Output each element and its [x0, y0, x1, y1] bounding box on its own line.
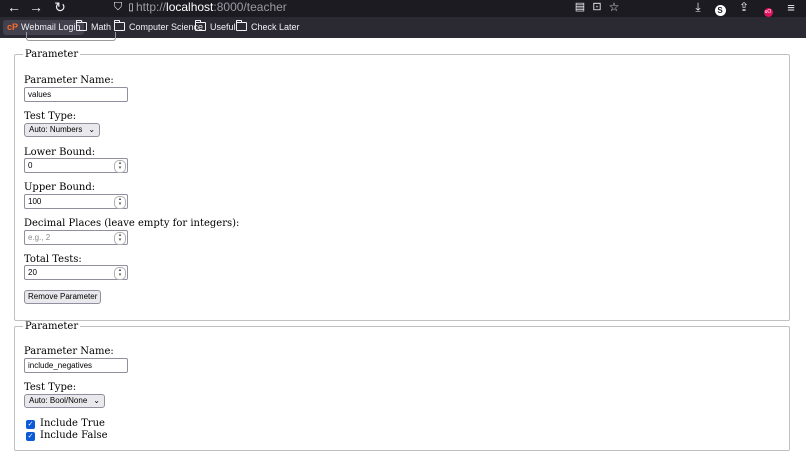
- parameter-name-input[interactable]: include_negatives: [24, 358, 128, 373]
- reload-icon[interactable]: ↻: [51, 0, 69, 17]
- bookmark-check-later[interactable]: Check Later: [232, 20, 304, 35]
- upper-bound-input[interactable]: 100 ▴ ▾: [24, 194, 128, 209]
- number-spinner-icon[interactable]: ▴ ▾: [114, 267, 126, 280]
- browser-toolbar: ← → ↻ ⛉ ▯ http://localhost:8000/teacher …: [0, 0, 806, 17]
- decimal-places-placeholder: e.g., 2: [28, 233, 51, 242]
- test-type-label: Test Type:: [24, 111, 77, 122]
- parameter-name-label: Parameter Name:: [24, 75, 114, 86]
- test-type-select[interactable]: Auto: Numbers ⌄: [24, 123, 101, 137]
- parameter-fieldset: Parameter: [14, 321, 790, 451]
- number-spinner-icon[interactable]: ▴ ▾: [114, 196, 126, 209]
- url-prefix: http://: [136, 0, 167, 14]
- include-false-checkbox[interactable]: ✓: [26, 432, 35, 441]
- bookmark-star-icon[interactable]: ☆: [605, 0, 623, 17]
- decimal-places-label: Decimal Places (leave empty for integers…: [24, 218, 240, 229]
- lower-bound-value: 0: [28, 161, 33, 170]
- chevron-down-icon: ⌄: [88, 125, 96, 134]
- cpanel-logo-icon: cP: [7, 22, 19, 32]
- total-tests-input[interactable]: 20 ▴ ▾: [24, 265, 128, 280]
- ublock-icon[interactable]: uO: [759, 4, 777, 17]
- test-type-select[interactable]: Auto: Bool/None ⌄: [24, 394, 105, 408]
- decimal-places-input[interactable]: e.g., 2 ▴ ▾: [24, 230, 128, 245]
- fieldset-legend: Parameter: [25, 49, 79, 60]
- lower-bound-input[interactable]: 0 ▴ ▾: [24, 158, 128, 173]
- parameter-fieldset: Parameter: [14, 49, 790, 321]
- extension-badge: S: [714, 5, 726, 16]
- folder-icon: [76, 20, 87, 31]
- bookmarks-bar: cP Webmail Login Math Computer Science Us…: [0, 17, 806, 38]
- test-type-label: Test Type:: [24, 382, 77, 393]
- reader-view-icon[interactable]: ▤: [571, 0, 589, 17]
- menu-icon[interactable]: ≡: [782, 0, 800, 17]
- forward-arrow-icon[interactable]: →: [27, 0, 45, 17]
- total-tests-value: 20: [28, 268, 37, 277]
- fieldset-legend: Parameter: [25, 321, 79, 332]
- save-to-pocket-icon[interactable]: ⊡: [588, 0, 606, 17]
- remove-parameter-button[interactable]: Remove Parameter: [24, 290, 102, 304]
- parameter-name-input[interactable]: values: [24, 87, 128, 102]
- chevron-down-icon: ⌄: [93, 396, 100, 405]
- include-true-checkbox[interactable]: ✓: [26, 420, 35, 429]
- folder-icon: [195, 20, 206, 31]
- upper-bound-value: 100: [28, 197, 42, 206]
- url-host: localhost: [166, 0, 214, 14]
- total-tests-label: Total Tests:: [24, 254, 82, 265]
- upper-bound-label: Upper Bound:: [24, 182, 96, 193]
- share-icon[interactable]: ⇪: [735, 0, 753, 17]
- back-arrow-icon[interactable]: ←: [5, 0, 23, 17]
- ublock-badge: uO: [763, 8, 773, 17]
- folder-icon: [236, 20, 247, 31]
- number-spinner-icon[interactable]: ▴ ▾: [114, 160, 126, 173]
- bookmark-label: Check Later: [251, 22, 300, 32]
- extension-icon[interactable]: S: [711, 3, 729, 16]
- bookmark-label: Math: [91, 22, 112, 32]
- folder-icon: [114, 20, 125, 31]
- number-spinner-icon[interactable]: ▴ ▾: [114, 232, 126, 245]
- scrolled-off-control: [26, 32, 116, 41]
- url-rest: :8000/teacher: [213, 0, 287, 14]
- url-bar[interactable]: http://localhost:8000/teacher: [136, 0, 287, 17]
- download-icon[interactable]: ⤓: [689, 0, 707, 17]
- test-type-value: Auto: Bool/None: [29, 396, 88, 405]
- include-true-label: Include True: [40, 418, 105, 429]
- lower-bound-label: Lower Bound:: [24, 147, 96, 158]
- parameter-name-label: Parameter Name:: [24, 346, 114, 357]
- test-type-value: Auto: Numbers: [29, 125, 83, 134]
